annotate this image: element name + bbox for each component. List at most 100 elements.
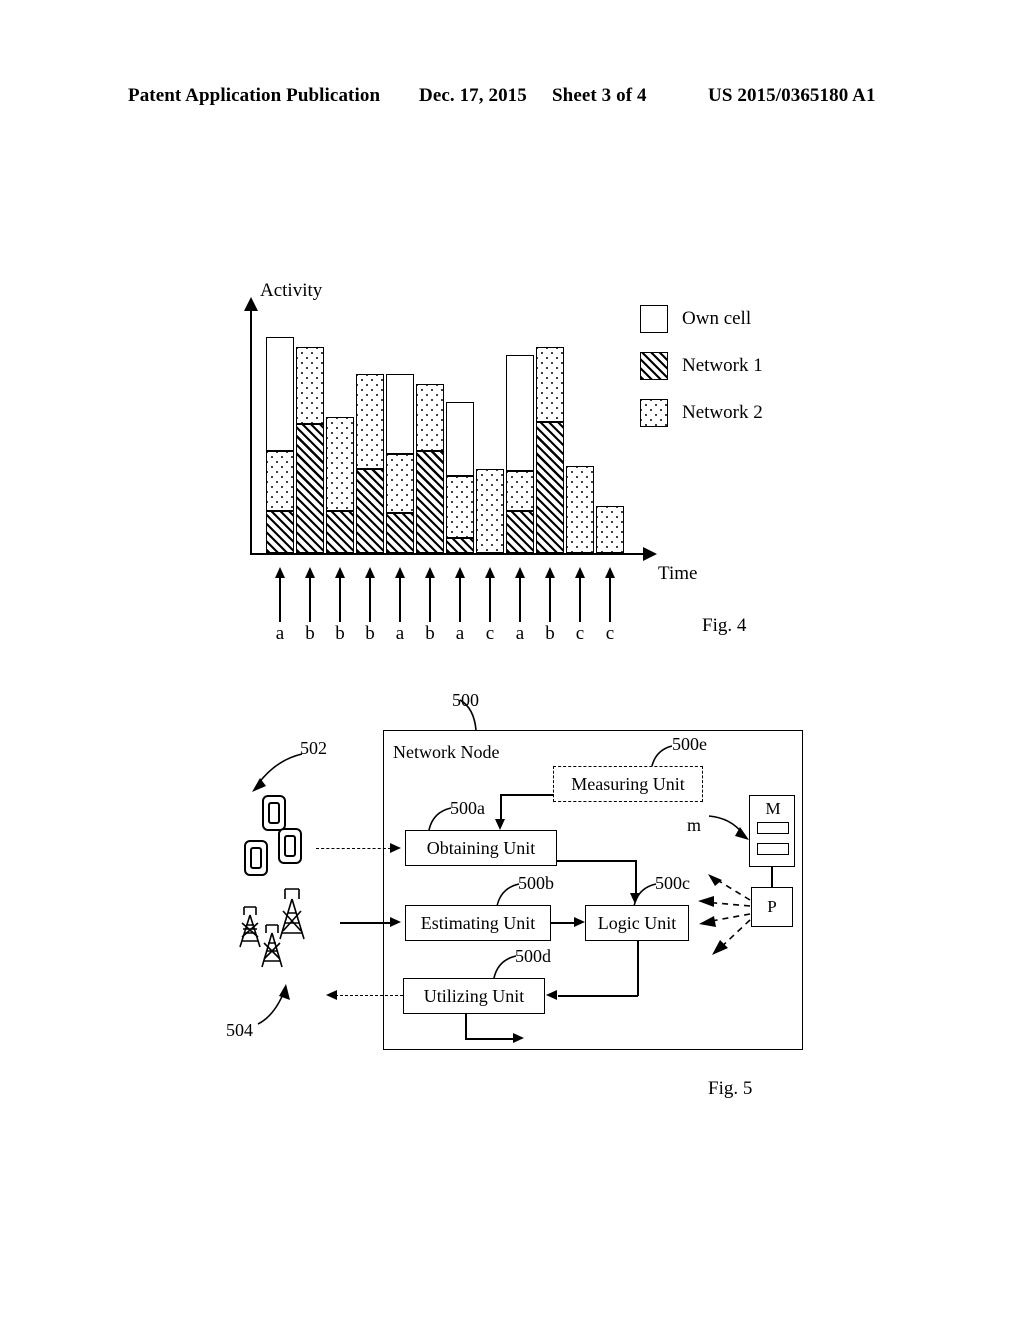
tick-label-4: b (365, 623, 375, 644)
device-icon-3 (244, 840, 268, 876)
figure-4-caption: Fig. 4 (702, 615, 747, 636)
arrow-devices-to-obtaining-icon (390, 843, 401, 853)
legend-swatch-own (640, 305, 668, 333)
legend-label-2: Network 1 (682, 355, 763, 376)
patent-number: US 2015/0365180 A1 (708, 85, 876, 106)
obtaining-unit-label: Obtaining Unit (426, 837, 536, 858)
legend-swatch-net1 (640, 352, 668, 380)
tick-arrow-shaft-4 (369, 578, 371, 622)
measuring-unit-label: Measuring Unit (571, 773, 685, 794)
tick-label-12: c (605, 623, 615, 644)
tick-arrow-shaft-10 (549, 578, 551, 622)
tick-label-5: a (395, 623, 405, 644)
ref-number-504: 504 (226, 1020, 253, 1040)
page-header: Patent Application Publication Dec. 17, … (0, 85, 1024, 115)
estimating-unit-box[interactable]: Estimating Unit (405, 905, 551, 941)
tick-label-1: a (275, 623, 285, 644)
device-icon-1 (262, 795, 286, 831)
figure-5: 500 Network Node Measuring Unit 500e Obt… (200, 690, 840, 1120)
tick-label-9: a (515, 623, 525, 644)
tick-arrow-head-1 (275, 567, 285, 578)
device-icon-2 (278, 828, 302, 864)
figure-4: Activity Time ▪▪▪ abbbabacabcc Own cellN… (240, 275, 800, 675)
memory-slot-2 (757, 843, 789, 855)
tick-label-3: b (335, 623, 345, 644)
x-axis-label: Time (658, 563, 698, 584)
arrow-utilizing-to-external-icon (326, 990, 337, 1000)
tick-arrow-shaft-9 (519, 578, 521, 622)
network-node-title: Network Node (393, 742, 500, 762)
processor-radiating-arrows (698, 874, 751, 955)
tick-arrow-shaft-11 (579, 578, 581, 622)
tick-arrow-shaft-7 (459, 578, 461, 622)
connector-estimating-to-logic (551, 922, 575, 924)
leader-line-504 (257, 984, 290, 1025)
publication-title: Patent Application Publication (128, 85, 381, 106)
legend-label-3: Network 2 (682, 402, 763, 423)
connector-obtaining-to-logic-v (635, 860, 637, 894)
arrow-estimating-to-logic-icon (574, 917, 585, 927)
connector-measuring-to-obtaining-h (500, 794, 554, 796)
tick-arrow-shaft-5 (399, 578, 401, 622)
tick-arrow-shaft-2 (309, 578, 311, 622)
legend-label-1: Own cell (682, 308, 752, 329)
publication-date: Dec. 17, 2015 (419, 85, 527, 106)
legend-swatch-net2 (640, 399, 668, 427)
base-station-icons (239, 888, 305, 968)
connector-devices-to-obtaining (316, 848, 391, 849)
arrow-obtaining-to-logic-icon (630, 893, 640, 904)
tick-arrow-head-7 (455, 567, 465, 578)
tick-arrow-shaft-3 (339, 578, 341, 622)
tick-arrow-head-5 (395, 567, 405, 578)
connector-measuring-to-obtaining-v (500, 794, 502, 820)
tick-label-8: c (485, 623, 495, 644)
ref-number-500: 500 (452, 690, 479, 710)
tick-arrow-shaft-1 (279, 578, 281, 622)
ref-number-500e: 500e (672, 734, 707, 754)
connector-logic-to-utilizing-h (558, 995, 638, 997)
tick-arrow-head-9 (515, 567, 525, 578)
tick-label-2: b (305, 623, 315, 644)
utilizing-unit-box[interactable]: Utilizing Unit (403, 978, 545, 1014)
ref-number-502: 502 (300, 738, 327, 758)
sheet-number: Sheet 3 of 4 (552, 85, 647, 106)
ref-number-500d: 500d (515, 946, 551, 966)
connector-utilizing-to-external (330, 995, 403, 996)
tick-arrow-head-11 (575, 567, 585, 578)
arrow-measuring-to-obtaining-icon (495, 819, 505, 830)
utilizing-unit-label: Utilizing Unit (423, 985, 525, 1006)
ref-number-500b: 500b (518, 873, 554, 893)
tick-arrow-head-4 (365, 567, 375, 578)
tick-arrow-head-8 (485, 567, 495, 578)
connector-obtaining-right-h (557, 860, 637, 862)
arrow-logic-to-utilizing-icon (546, 990, 557, 1000)
tick-arrow-shaft-12 (609, 578, 611, 622)
obtaining-unit-box[interactable]: Obtaining Unit (405, 830, 557, 866)
tick-arrow-head-2 (305, 567, 315, 578)
leader-arrow-m (708, 815, 749, 840)
tick-label-10: b (545, 623, 555, 644)
tick-label-11: c (575, 623, 585, 644)
tick-arrow-shaft-8 (489, 578, 491, 622)
tick-arrow-shaft-6 (429, 578, 431, 622)
tick-arrows-container: abbbabacabcc (240, 275, 660, 675)
connector-memory-to-processor (771, 867, 773, 887)
tick-arrow-head-10 (545, 567, 555, 578)
tick-arrow-head-6 (425, 567, 435, 578)
memory-slot-1 (757, 822, 789, 834)
connector-utilizing-out-v (465, 1014, 467, 1040)
arrow-basestations-to-estimating-icon (390, 917, 401, 927)
tick-label-6: b (425, 623, 435, 644)
ref-number-500a: 500a (450, 798, 485, 818)
figure-5-caption: Fig. 5 (708, 1078, 753, 1099)
arrow-utilizing-out-icon (513, 1033, 524, 1043)
message-label: m (687, 815, 702, 835)
estimating-unit-label: Estimating Unit (420, 912, 536, 933)
connector-utilizing-out-h (465, 1038, 515, 1040)
connector-basestations-to-estimating (340, 922, 392, 924)
tick-label-7: a (455, 623, 465, 644)
tick-arrow-head-12 (605, 567, 615, 578)
connector-logic-down-v (637, 941, 639, 996)
logic-unit-label: Logic Unit (597, 912, 677, 933)
tick-arrow-head-3 (335, 567, 345, 578)
